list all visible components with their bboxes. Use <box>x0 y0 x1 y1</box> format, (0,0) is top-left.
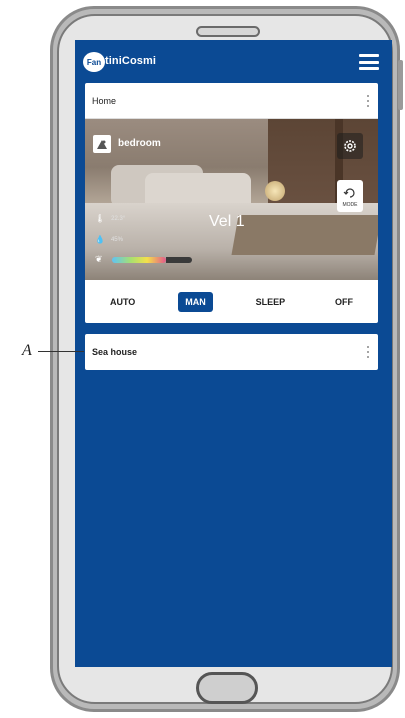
card-title: Sea house <box>92 347 138 357</box>
phone-side-button <box>398 60 403 110</box>
card-title: Home <box>92 96 117 106</box>
humidity-value: 45% <box>110 236 123 243</box>
annotation-label: A <box>22 342 32 359</box>
drop-icon: 💧 <box>95 235 105 244</box>
top-bar: Fan tiniCosmi <box>75 40 392 80</box>
leaf-icon: ❦ <box>95 254 103 264</box>
humidity-row: 💧 45% <box>95 235 123 244</box>
air-quality-bar <box>112 257 166 263</box>
temperature-value: 22.3° <box>111 215 126 222</box>
mode-off[interactable]: OFF <box>328 292 360 312</box>
thermometer-icon: 🌡 <box>95 214 106 223</box>
temperature-row: 🌡 22.3° <box>95 214 125 223</box>
mode-sleep[interactable]: SLEEP <box>249 292 293 312</box>
home-card: Home bedroom MODE 🌡 22.3° 💧 45% Vel 1 ❦ … <box>85 83 378 323</box>
speed-label: Vel 1 <box>209 213 245 230</box>
room-panel[interactable]: bedroom MODE 🌡 22.3° 💧 45% Vel 1 ❦ <box>85 119 378 280</box>
air-quality-bar-track <box>166 257 192 263</box>
room-icon <box>93 135 111 153</box>
annotation-line <box>38 351 84 352</box>
card-header[interactable]: Home <box>85 83 378 119</box>
room-name: bedroom <box>118 138 161 149</box>
phone-speaker <box>196 26 260 37</box>
mode-cycle-icon <box>343 188 355 198</box>
logo-badge: Fan <box>83 52 105 72</box>
sea-house-card[interactable]: Sea house <box>85 334 378 370</box>
more-options-icon[interactable] <box>366 95 370 107</box>
brand-name: tiniCosmi <box>105 55 157 67</box>
app-screen: Fan tiniCosmi Home bedroom MODE 🌡 22.3° … <box>75 40 392 667</box>
mode-man[interactable]: MAN <box>178 291 213 312</box>
mode-selector: AUTO MAN SLEEP OFF <box>85 280 378 323</box>
more-options-icon[interactable] <box>366 346 370 358</box>
mode-button-label: MODE <box>342 202 358 208</box>
phone-home-button[interactable] <box>196 672 258 704</box>
gear-icon[interactable] <box>337 133 363 159</box>
logo-text: Fan <box>86 57 102 67</box>
mode-auto[interactable]: AUTO <box>103 292 142 312</box>
mode-button[interactable]: MODE <box>337 180 363 212</box>
hamburger-menu-icon[interactable] <box>359 54 379 70</box>
